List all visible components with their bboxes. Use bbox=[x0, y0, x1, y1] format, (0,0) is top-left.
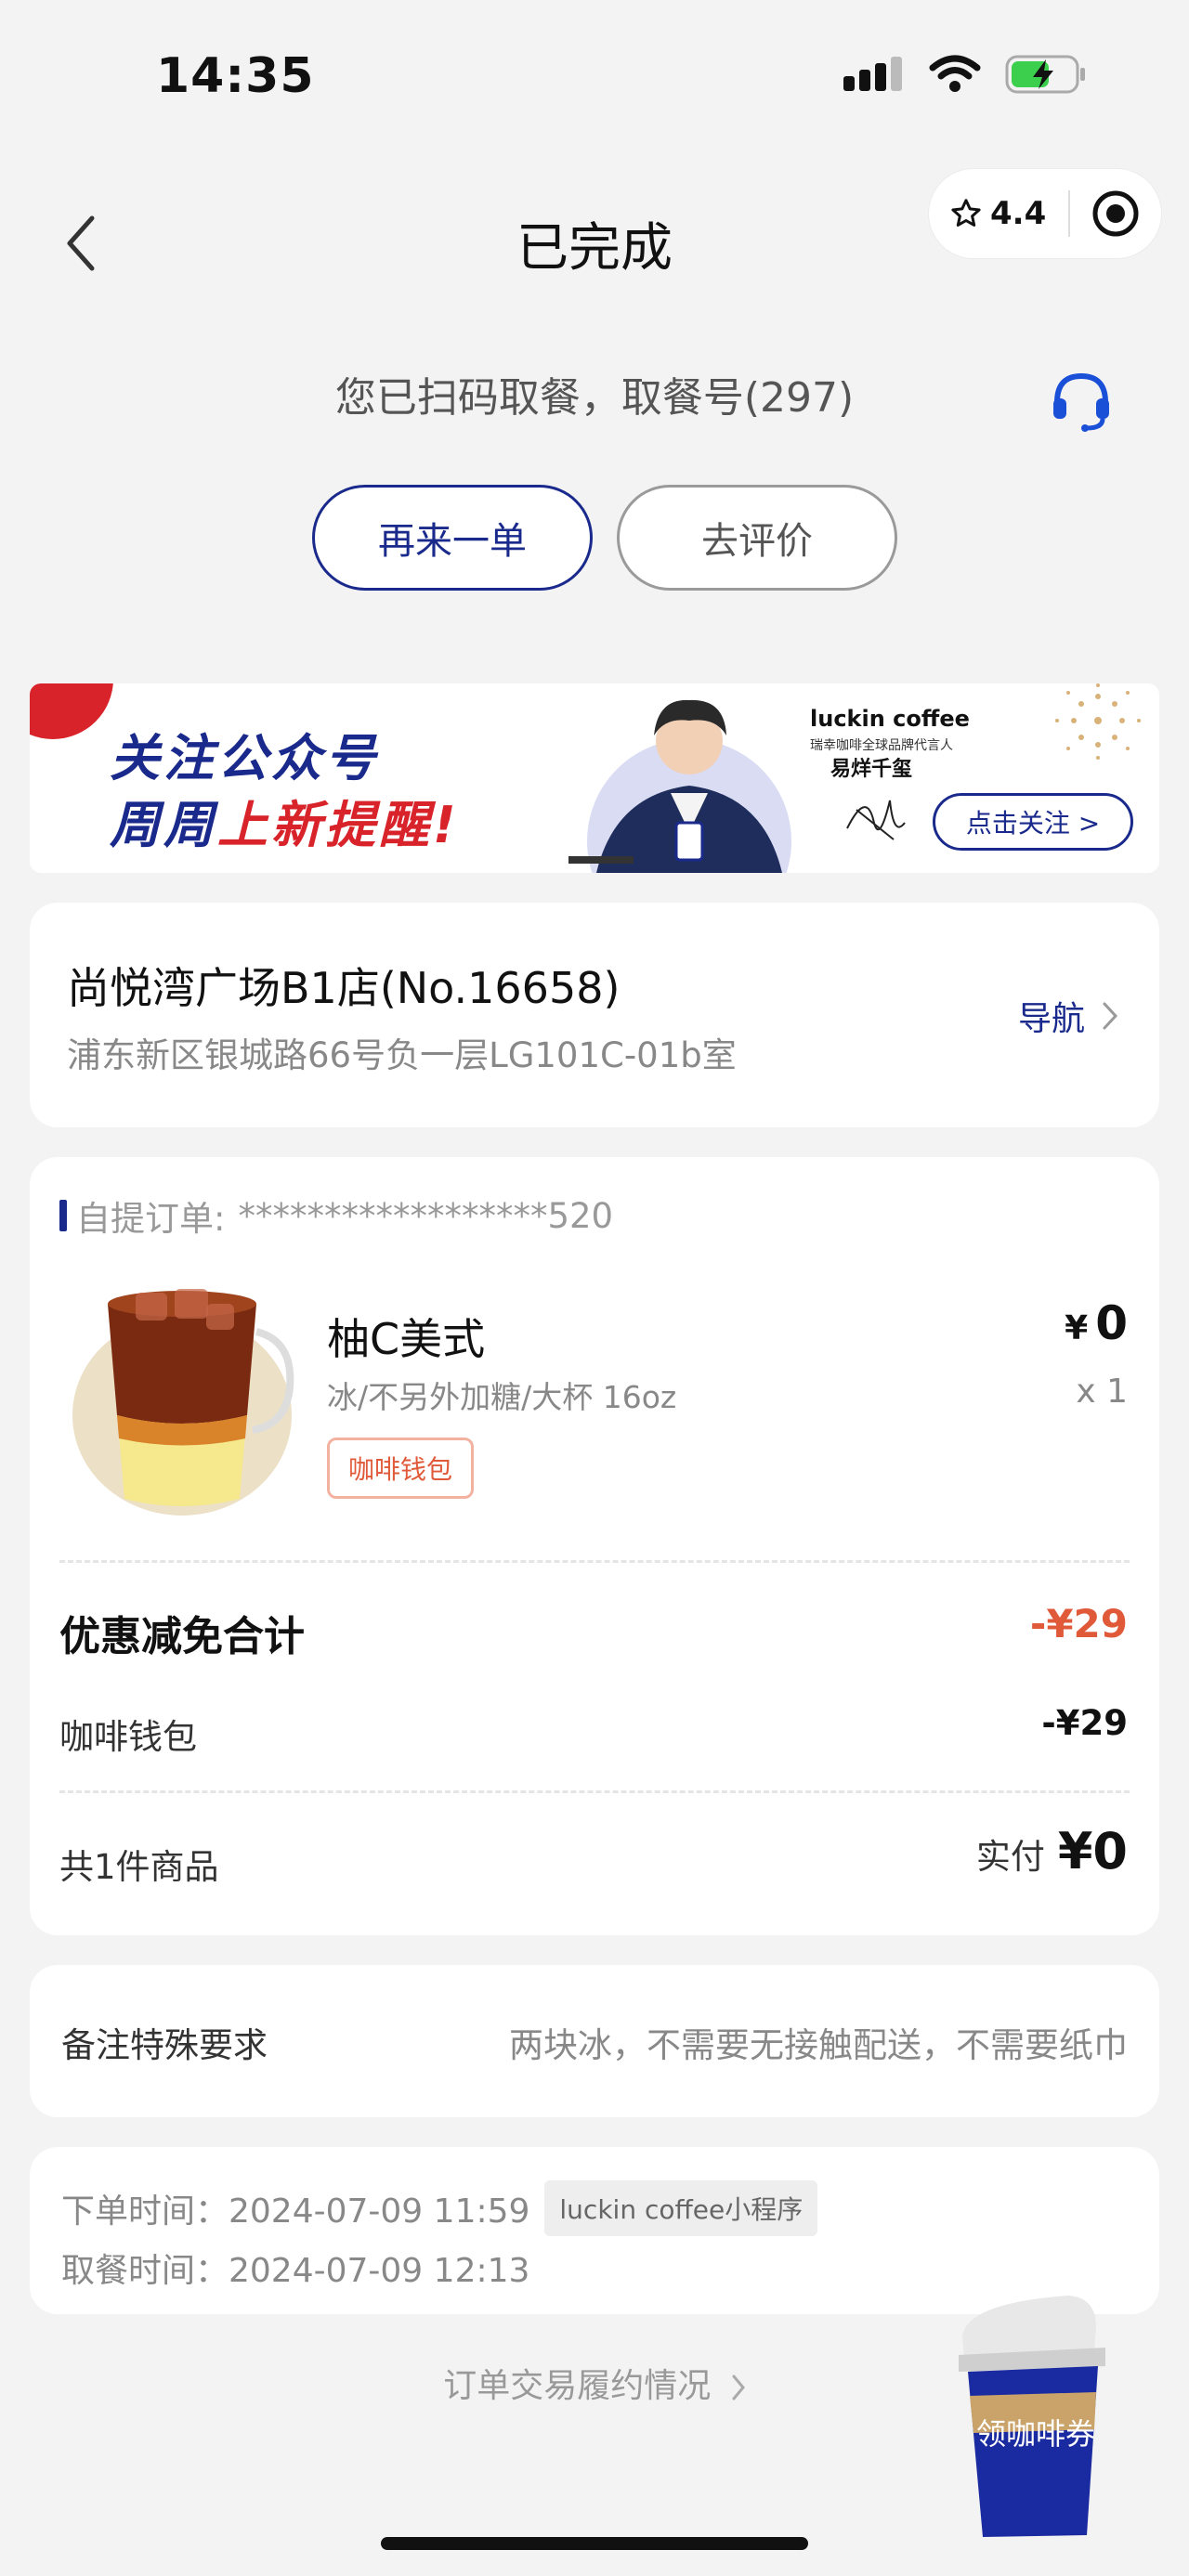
order-id-value: ******************520 bbox=[238, 1195, 614, 1236]
divider bbox=[59, 1790, 1130, 1793]
store-card: 尚悦湾广场B1店(No.16658) 浦东新区银城路66号负一层LG101C-0… bbox=[30, 903, 1159, 1127]
payment-tag-badge: 咖啡钱包 bbox=[327, 1438, 475, 1499]
price-currency: ¥ bbox=[1065, 1309, 1089, 1347]
order-times-card: 下单时间：2024-07-09 11:59 luckin coffee小程序 取… bbox=[30, 2147, 1159, 2314]
pickup-time: 取餐时间：2024-07-09 12:13 bbox=[61, 2252, 530, 2290]
signature-icon bbox=[846, 800, 906, 840]
follow-official-account-banner[interactable]: 关注公众号 周周上新提醒! luckin coffee 瑞幸咖啡全球品牌代言人 … bbox=[30, 683, 1159, 873]
order-time: 下单时间：2024-07-09 11:59 bbox=[61, 2192, 530, 2231]
banner-ambassador-name: 易烊千玺 bbox=[830, 758, 913, 781]
special-requests-label: 备注特殊要求 bbox=[61, 2025, 268, 2065]
store-name: 尚悦湾广场B1店(No.16658) bbox=[67, 963, 621, 1013]
navigate-label: 导航 bbox=[1017, 1000, 1085, 1038]
chevron-right-icon bbox=[1103, 1002, 1118, 1030]
paid-amount: 实付 ¥0 bbox=[976, 1822, 1128, 1880]
order-channel-badge: luckin coffee小程序 bbox=[544, 2180, 818, 2236]
order-id: 自提订单: ******************520 bbox=[59, 1190, 613, 1241]
status-icons bbox=[843, 54, 1087, 95]
rating-button[interactable]: 4.4 bbox=[929, 195, 1068, 232]
pickup-status-message: 您已扫码取餐，取餐号(297) bbox=[334, 374, 855, 422]
banner-brand: luckin coffee bbox=[810, 706, 970, 732]
product-spec: 冰/不另外加糖/大杯 16oz bbox=[327, 1379, 677, 1415]
special-requests-card: 备注特殊要求 两块冰，不需要无接触配送，不需要纸巾 bbox=[30, 1965, 1159, 2117]
navigation-bar: 已完成 4.4 bbox=[0, 158, 1189, 316]
coffee-coupon-label: 领咖啡券 bbox=[975, 2416, 1095, 2452]
wallet-discount-label: 咖啡钱包 bbox=[59, 1717, 197, 1757]
items-count: 共1件商品 bbox=[59, 1847, 219, 1887]
order-id-marker bbox=[59, 1200, 67, 1231]
star-icon bbox=[951, 199, 981, 227]
get-coffee-coupon-button[interactable]: 领咖啡券 bbox=[957, 2290, 1115, 2541]
price-value: 0 bbox=[1095, 1296, 1128, 1350]
banner-red-corner bbox=[30, 683, 113, 739]
close-miniprogram-button[interactable] bbox=[1070, 189, 1161, 238]
customer-service-button[interactable] bbox=[1048, 367, 1115, 437]
paid-label: 实付 bbox=[975, 1837, 1045, 1877]
discount-total-value: -¥29 bbox=[1029, 1601, 1128, 1646]
target-icon bbox=[1092, 190, 1139, 237]
wifi-icon bbox=[929, 55, 981, 92]
battery-charging-icon bbox=[1005, 55, 1085, 94]
chevron-right-icon bbox=[732, 2374, 745, 2400]
store-address: 浦东新区银城路66号负一层LG101C-01b室 bbox=[67, 1035, 737, 1075]
product-name: 柚C美式 bbox=[327, 1314, 486, 1364]
action-buttons: 再来一单 去评价 bbox=[312, 485, 897, 591]
banner-line2-prefix: 周周 bbox=[110, 796, 217, 854]
status-time: 14:35 bbox=[156, 48, 315, 104]
banner-subheadline: 周周上新提醒! bbox=[110, 784, 460, 857]
cellular-signal-icon bbox=[843, 57, 902, 91]
rating-value: 4.4 bbox=[990, 195, 1047, 232]
review-button[interactable]: 去评价 bbox=[617, 485, 897, 591]
follow-button[interactable]: 点击关注 > bbox=[933, 793, 1133, 851]
banner-brand-subtitle: 瑞幸咖啡全球品牌代言人 bbox=[810, 738, 953, 753]
product-quantity: x 1 bbox=[1076, 1373, 1128, 1411]
mini-program-capsule: 4.4 bbox=[929, 169, 1161, 258]
special-requests-value: 两块冰，不需要无接触配送，不需要纸巾 bbox=[509, 2025, 1128, 2065]
paid-value: ¥0 bbox=[1057, 1822, 1128, 1880]
banner-headline: 关注公众号 bbox=[110, 729, 379, 787]
ambassador-photo bbox=[568, 699, 791, 873]
headset-icon bbox=[1053, 372, 1109, 432]
order-id-label: 自提订单: bbox=[76, 1199, 226, 1239]
banner-line2-highlight: 上新提醒! bbox=[217, 796, 460, 854]
status-bar: 14:35 bbox=[0, 0, 1189, 158]
home-indicator[interactable] bbox=[381, 2537, 808, 2550]
product-price: ¥0 bbox=[1065, 1296, 1128, 1350]
order-card: 自提订单: ******************520 柚C美式 冰/不另外加糖… bbox=[30, 1157, 1159, 1935]
product-image bbox=[72, 1289, 294, 1516]
divider bbox=[59, 1560, 1130, 1563]
navigate-button[interactable]: 导航 bbox=[1018, 992, 1118, 1040]
reorder-button[interactable]: 再来一单 bbox=[312, 485, 593, 591]
order-time-row: 下单时间：2024-07-09 11:59 luckin coffee小程序 bbox=[61, 2180, 818, 2236]
wallet-discount-value: -¥29 bbox=[1041, 1703, 1128, 1743]
fulfilment-link-label: 订单交易履约情况 bbox=[443, 2367, 712, 2405]
decorative-dots-icon bbox=[1055, 683, 1141, 760]
discount-total-label: 优惠减免合计 bbox=[59, 1613, 305, 1660]
